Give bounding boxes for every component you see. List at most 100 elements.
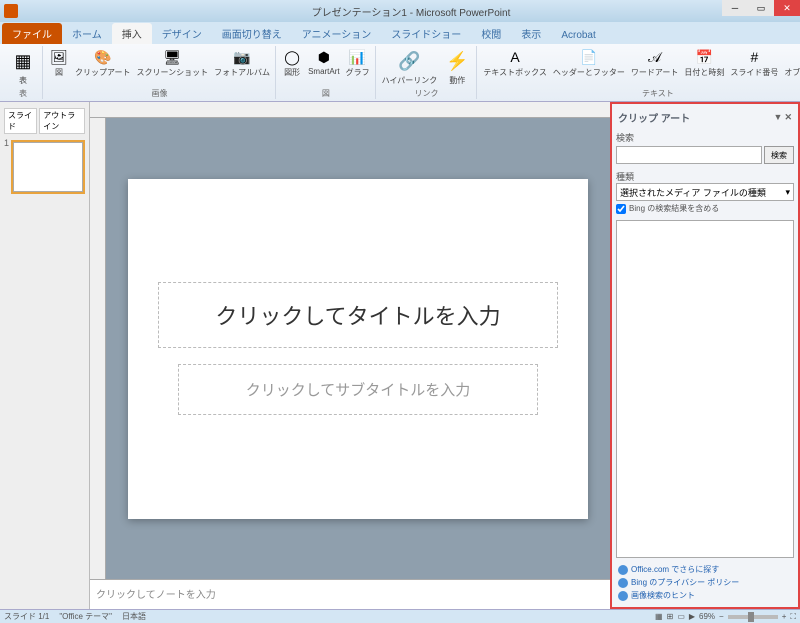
ribbon-label: スライド番号	[730, 67, 778, 78]
ribbon-button[interactable]: ▦表	[7, 46, 39, 87]
maximize-button[interactable]: ▭	[748, 0, 774, 16]
view-slideshow-icon[interactable]: ▶	[689, 612, 695, 621]
ribbon-button[interactable]: ◯図形	[280, 46, 304, 79]
clipart-taskpane: クリップ アート ▼ ✕ 検索 検索 種類 選択されたメディア ファイルの種類 …	[610, 102, 800, 609]
tab-view[interactable]: 表示	[511, 23, 551, 44]
tab-review[interactable]: 校閲	[471, 23, 511, 44]
taskpane-close-icon[interactable]: ✕	[784, 112, 792, 123]
ribbon-button[interactable]: 📄ヘッダーとフッター	[551, 46, 627, 79]
scope-dropdown[interactable]: 選択されたメディア ファイルの種類 ▾	[616, 183, 794, 201]
ribbon-icon: 🖥	[162, 47, 182, 67]
ribbon: ▦表表🖼図🎨クリップアート🖥スクリーンショット📷フォトアルバム画像◯図形⬢Sma…	[0, 44, 800, 102]
title-placeholder[interactable]: クリックしてタイトルを入力	[158, 282, 558, 348]
zoom-level[interactable]: 69%	[699, 612, 715, 621]
close-button[interactable]: ✕	[774, 0, 800, 16]
ribbon-button[interactable]: Aテキストボックス	[481, 46, 549, 79]
bing-checkbox-label: Bing の検索結果を含める	[629, 203, 719, 214]
workspace: スライド アウトライン 1 クリックしてタイトルを入力 クリックしてサブタイトル…	[0, 102, 800, 609]
zoom-slider[interactable]	[728, 615, 778, 619]
statusbar: スライド 1/1 "Office テーマ" 日本語 ▦ ⊞ ▭ ▶ 69% − …	[0, 609, 800, 623]
ribbon-icon: ▦	[9, 47, 37, 75]
ribbon-label: ワードアート	[631, 67, 679, 78]
ribbon-button[interactable]: 🖥スクリーンショット	[135, 46, 211, 79]
tab-home[interactable]: ホーム	[62, 23, 112, 44]
ribbon-group-label: 画像	[152, 88, 168, 99]
tab-animations[interactable]: アニメーション	[292, 23, 382, 44]
ribbon-group: Aテキストボックス📄ヘッダーとフッター𝒜ワードアート📅日付と時刻#スライド番号⎘…	[478, 46, 800, 99]
zoom-out-icon[interactable]: −	[719, 612, 724, 621]
taskpane-header: クリップ アート ▼ ✕	[616, 108, 794, 127]
ribbon-button[interactable]: 📷フォトアルバム	[212, 46, 272, 79]
app-icon	[4, 4, 18, 18]
results-area	[616, 220, 794, 558]
ribbon-button[interactable]: ⬢SmartArt	[306, 46, 342, 79]
scope-value: 選択されたメディア ファイルの種類	[620, 186, 766, 199]
ribbon-label: 動作	[449, 75, 465, 86]
thumb-tab-slides[interactable]: スライド	[4, 108, 37, 134]
link-icon	[618, 578, 628, 588]
bing-checkbox-input[interactable]	[616, 204, 626, 214]
ribbon-button[interactable]: 🖼図	[47, 46, 71, 79]
ribbon-label: クリップアート	[75, 67, 131, 78]
tab-file[interactable]: ファイル	[2, 23, 62, 44]
taskpane-title: クリップ アート	[618, 110, 690, 125]
slide: クリックしてタイトルを入力 クリックしてサブタイトルを入力	[128, 179, 588, 519]
subtitle-placeholder[interactable]: クリックしてサブタイトルを入力	[178, 364, 538, 415]
link-search-hint[interactable]: 画像検索のヒント	[618, 590, 792, 601]
tab-slideshow[interactable]: スライドショー	[381, 23, 471, 44]
ribbon-label: 図	[55, 67, 63, 78]
ribbon-group-label: テキスト	[642, 88, 674, 99]
ribbon-icon: A	[505, 47, 525, 67]
link-bing-privacy[interactable]: Bing のプライバシー ポリシー	[618, 577, 792, 588]
minimize-button[interactable]: ─	[722, 0, 748, 16]
vertical-ruler	[90, 118, 106, 579]
main-pane: クリックしてタイトルを入力 クリックしてサブタイトルを入力 クリックしてノートを…	[90, 102, 610, 609]
thumbnail-pane: スライド アウトライン 1	[0, 102, 90, 609]
ribbon-icon: 📊	[348, 47, 368, 67]
ribbon-icon: ◯	[282, 47, 302, 67]
view-reading-icon[interactable]: ▭	[677, 612, 685, 621]
zoom-fit-icon[interactable]: ⛶	[790, 612, 796, 622]
search-input[interactable]	[616, 146, 762, 164]
ribbon-button[interactable]: #スライド番号	[728, 46, 780, 79]
ribbon-icon: 🖼	[49, 47, 69, 67]
ribbon-group: 🖼図🎨クリップアート🖥スクリーンショット📷フォトアルバム画像	[44, 46, 276, 99]
view-normal-icon[interactable]: ▦	[655, 612, 663, 621]
horizontal-ruler	[90, 102, 610, 118]
tab-design[interactable]: デザイン	[152, 23, 212, 44]
window-controls: ─ ▭ ✕	[722, 0, 800, 16]
ribbon-button[interactable]: 🔗ハイパーリンク	[380, 46, 440, 87]
ribbon-label: 図形	[284, 67, 300, 78]
ribbon-icon: ⬢	[314, 47, 334, 67]
ribbon-label: ハイパーリンク	[382, 75, 438, 86]
bing-checkbox[interactable]: Bing の検索結果を含める	[616, 203, 794, 214]
ribbon-icon: 📅	[694, 47, 714, 67]
ribbon-label: 表	[19, 75, 27, 86]
tab-insert[interactable]: 挿入	[112, 23, 152, 44]
ribbon-label: フォトアルバム	[214, 67, 270, 78]
ribbon-button[interactable]: ⎘オブジェクト	[782, 46, 800, 79]
slide-counter: スライド 1/1	[4, 611, 49, 622]
slide-canvas[interactable]: クリックしてタイトルを入力 クリックしてサブタイトルを入力	[106, 118, 610, 579]
view-sorter-icon[interactable]: ⊞	[667, 612, 674, 621]
notes-pane[interactable]: クリックしてノートを入力	[90, 579, 610, 609]
slide-thumbnail-1[interactable]	[13, 142, 83, 192]
ribbon-button[interactable]: 🎨クリップアート	[73, 46, 133, 79]
ribbon-button[interactable]: 𝒜ワードアート	[629, 46, 681, 79]
ribbon-button[interactable]: 📅日付と時刻	[682, 46, 726, 79]
tab-transitions[interactable]: 画面切り替え	[212, 23, 292, 44]
chevron-down-icon: ▾	[785, 187, 790, 198]
ribbon-button[interactable]: 📊グラフ	[344, 46, 372, 79]
taskpane-menu-icon[interactable]: ▼	[774, 112, 783, 123]
zoom-in-icon[interactable]: +	[782, 612, 787, 621]
titlebar: プレゼンテーション1 - Microsoft PowerPoint ─ ▭ ✕	[0, 0, 800, 22]
ribbon-label: 日付と時刻	[684, 67, 724, 78]
tab-acrobat[interactable]: Acrobat	[551, 27, 605, 44]
thumb-tab-outline[interactable]: アウトライン	[39, 108, 85, 134]
link-office[interactable]: Office.com でさらに探す	[618, 564, 792, 575]
ribbon-group: 🔗ハイパーリンク⚡動作リンク	[377, 46, 478, 99]
search-button[interactable]: 検索	[764, 146, 794, 164]
ribbon-button[interactable]: ⚡動作	[441, 46, 473, 87]
window-title: プレゼンテーション1 - Microsoft PowerPoint	[22, 4, 800, 19]
ribbon-group-label: 図	[322, 88, 330, 99]
